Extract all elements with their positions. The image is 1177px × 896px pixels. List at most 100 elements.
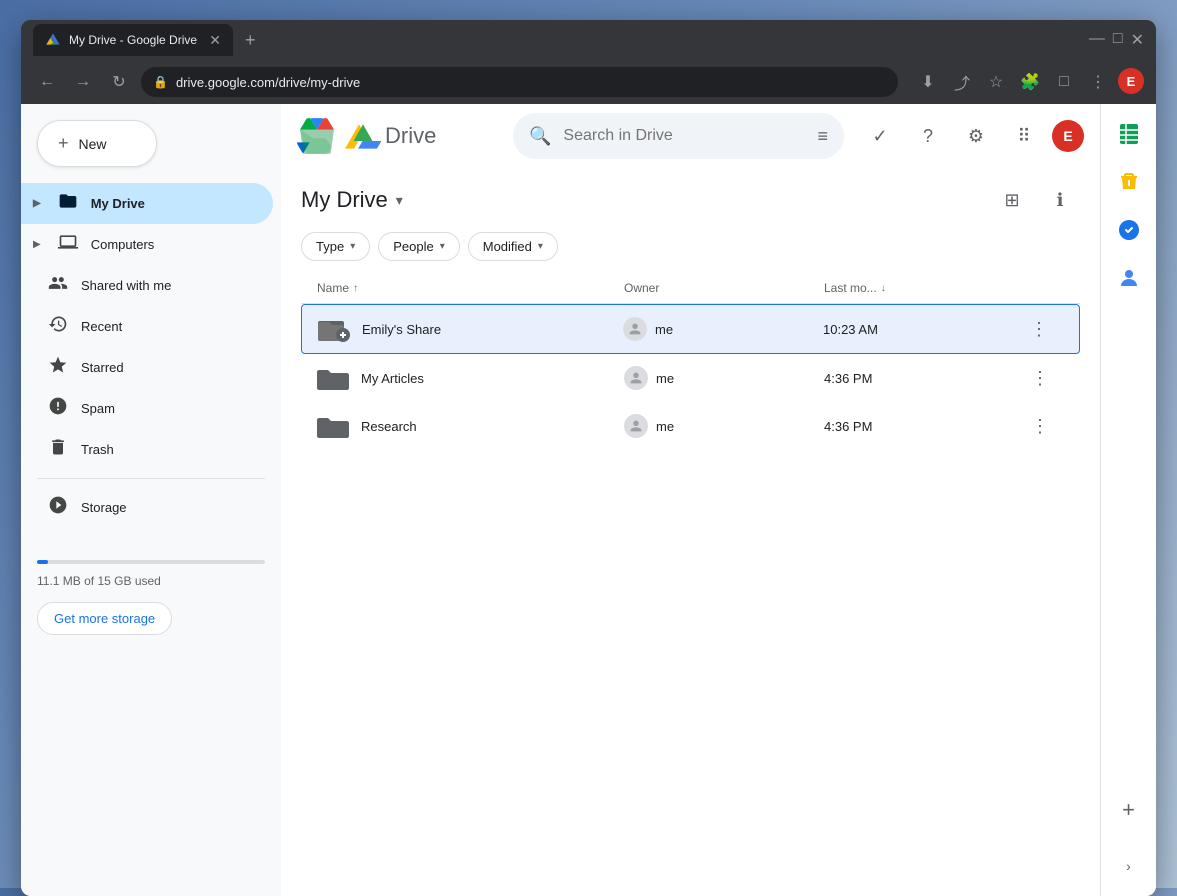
- table-row[interactable]: Emily's Share me 10:23 AM ⋮: [301, 304, 1080, 354]
- content-area: My Drive ▾ ⊞ ℹ Type ▾ People ▾: [281, 168, 1100, 896]
- main-content: Drive 🔍 ≡ ✓ ? ⚙ ⠿ E: [281, 104, 1100, 896]
- type-filter-button[interactable]: Type ▾: [301, 232, 370, 261]
- owner-column-header[interactable]: Owner: [624, 281, 824, 295]
- file-name-cell: Emily's Share: [318, 313, 623, 345]
- content-header: My Drive ▾ ⊞ ℹ: [301, 168, 1080, 232]
- table-row[interactable]: My Articles me 4:36 PM ⋮: [301, 354, 1080, 402]
- people-filter-button[interactable]: People ▾: [378, 232, 460, 261]
- back-button[interactable]: ←: [33, 68, 61, 96]
- check-circle-icon[interactable]: ✓: [860, 116, 900, 156]
- browser-profile-avatar[interactable]: E: [1118, 68, 1144, 94]
- type-filter-label: Type: [316, 239, 344, 254]
- page-title-text: My Drive: [301, 187, 388, 213]
- type-filter-arrow: ▾: [350, 241, 355, 252]
- bookmark-icon[interactable]: ☆: [982, 68, 1010, 96]
- browser-window: My Drive - Google Drive ✕ + — □ ✕ ← → ↻ …: [21, 20, 1156, 896]
- sidebar-item-storage[interactable]: Storage: [21, 487, 273, 528]
- browser-tab[interactable]: My Drive - Google Drive ✕: [33, 24, 233, 56]
- modified-filter-arrow: ▾: [538, 241, 543, 252]
- storage-bar-background: [37, 560, 265, 564]
- modified-col-label: Last mo...: [824, 281, 877, 295]
- search-filter-icon[interactable]: ≡: [817, 126, 828, 147]
- browser-titlebar: My Drive - Google Drive ✕ + — □ ✕: [21, 20, 1156, 60]
- expand-icon-computers: ▶: [33, 239, 41, 250]
- shared-folder-icon: [318, 313, 350, 345]
- grid-view-button[interactable]: ⊞: [992, 180, 1032, 220]
- tasks-icon-button[interactable]: [1107, 208, 1151, 252]
- app-container: + New ▶ My Drive ▶ Co: [21, 104, 1156, 896]
- modified-filter-button[interactable]: Modified ▾: [468, 232, 558, 261]
- trash-label: Trash: [81, 442, 114, 457]
- forward-button[interactable]: →: [69, 68, 97, 96]
- sidebar-item-recent[interactable]: Recent: [21, 306, 273, 347]
- more-options-button[interactable]: ⋮: [1024, 362, 1056, 394]
- actions-column-header: [1024, 281, 1064, 295]
- menu-icon[interactable]: ⋮: [1084, 68, 1112, 96]
- modified-time: 4:36 PM: [824, 371, 1024, 386]
- storage-text: 11.1 MB of 15 GB used: [37, 574, 161, 588]
- storage-bar-fill: [37, 560, 48, 564]
- collapse-sidebar-button[interactable]: ›: [1107, 844, 1151, 888]
- header-actions: ✓ ? ⚙ ⠿ E: [860, 116, 1084, 156]
- sheets-icon-button[interactable]: [1107, 112, 1151, 156]
- sidebar-item-trash[interactable]: Trash: [21, 429, 273, 470]
- owner-text: me: [656, 371, 674, 386]
- help-icon[interactable]: ?: [908, 116, 948, 156]
- info-button[interactable]: ℹ: [1040, 180, 1080, 220]
- lock-icon: 🔒: [153, 75, 168, 89]
- sidebar-item-computers[interactable]: ▶ Computers: [21, 224, 273, 265]
- add-apps-button[interactable]: +: [1107, 788, 1151, 832]
- tab-favicon: [45, 32, 61, 48]
- spam-label: Spam: [81, 401, 115, 416]
- close-button[interactable]: ✕: [1131, 30, 1144, 50]
- toolbar-actions: ⬇ ⤴ ☆ 🧩 □ ⋮ E: [914, 68, 1144, 96]
- sidebar-item-starred[interactable]: Starred: [21, 347, 273, 388]
- view-controls: ⊞ ℹ: [992, 180, 1080, 220]
- recent-label: Recent: [81, 319, 122, 334]
- share-icon[interactable]: ⤴: [948, 68, 976, 96]
- table-row[interactable]: Research me 4:36 PM ⋮: [301, 402, 1080, 450]
- drive-logo-group: Drive: [345, 120, 436, 152]
- page-title: My Drive ▾: [301, 187, 403, 213]
- get-storage-button[interactable]: Get more storage: [37, 602, 172, 635]
- new-button[interactable]: + New: [37, 120, 157, 167]
- modified-filter-label: Modified: [483, 239, 532, 254]
- search-box[interactable]: 🔍 ≡: [513, 113, 844, 159]
- apps-icon[interactable]: ⠿: [1004, 116, 1044, 156]
- computers-label: Computers: [91, 237, 155, 252]
- people-filter-arrow: ▾: [440, 241, 445, 252]
- address-bar[interactable]: 🔒 drive.google.com/drive/my-drive: [141, 67, 898, 97]
- sidebar-item-spam[interactable]: Spam: [21, 388, 273, 429]
- file-name-text: My Articles: [361, 371, 424, 386]
- app-name: Drive: [385, 123, 436, 149]
- search-input[interactable]: [563, 127, 805, 145]
- storage-icon: [47, 495, 69, 520]
- sidebar-item-label: My Drive: [91, 196, 145, 211]
- keep-icon-button[interactable]: [1107, 160, 1151, 204]
- tab-close-button[interactable]: ✕: [209, 32, 221, 49]
- screenshot-icon[interactable]: ⬇: [914, 68, 942, 96]
- maximize-button[interactable]: □: [1113, 30, 1123, 50]
- name-column-header[interactable]: Name ↑: [317, 281, 624, 295]
- filter-row: Type ▾ People ▾ Modified ▾: [301, 232, 1080, 273]
- modified-column-header[interactable]: Last mo... ↓: [824, 281, 1024, 295]
- my-drive-icon: [57, 191, 79, 216]
- sidebar-item-my-drive[interactable]: ▶ My Drive: [21, 183, 273, 224]
- contacts-icon-button[interactable]: [1107, 256, 1151, 300]
- drive-logo-icon: [297, 116, 337, 156]
- title-dropdown-icon[interactable]: ▾: [396, 192, 403, 209]
- new-tab-button[interactable]: +: [245, 30, 256, 51]
- folder-icon: [317, 362, 349, 394]
- more-options-button[interactable]: ⋮: [1023, 313, 1055, 345]
- sidebar-item-shared[interactable]: Shared with me: [21, 265, 273, 306]
- tab-title: My Drive - Google Drive: [69, 33, 201, 47]
- user-avatar[interactable]: E: [1052, 120, 1084, 152]
- extensions-icon[interactable]: 🧩: [1016, 68, 1044, 96]
- more-options-button[interactable]: ⋮: [1024, 410, 1056, 442]
- refresh-button[interactable]: ↻: [105, 68, 133, 96]
- minimize-button[interactable]: —: [1089, 30, 1105, 50]
- sidebar-toggle-icon[interactable]: □: [1050, 68, 1078, 96]
- table-header: Name ↑ Owner Last mo... ↓: [301, 273, 1080, 304]
- recent-icon: [47, 314, 69, 339]
- settings-icon[interactable]: ⚙: [956, 116, 996, 156]
